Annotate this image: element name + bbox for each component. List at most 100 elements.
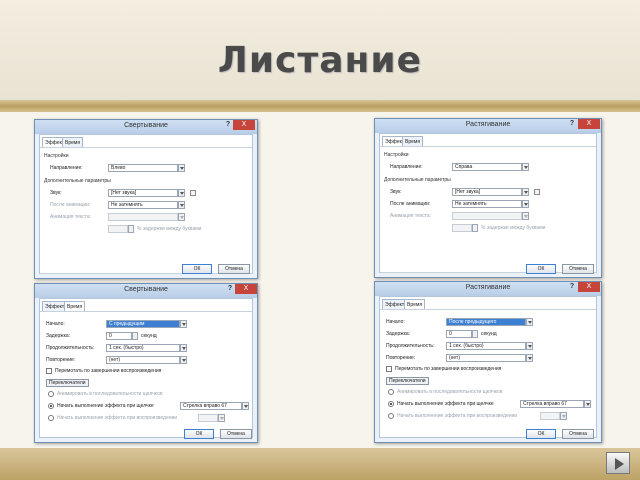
rewind-checkbox[interactable] xyxy=(386,366,392,372)
chevron-down-icon xyxy=(178,213,185,221)
animate-text-label: Анимация текста: xyxy=(390,213,432,219)
rewind-checkbox[interactable] xyxy=(46,368,52,374)
ok-button[interactable]: ОК xyxy=(184,429,214,439)
chevron-down-icon[interactable] xyxy=(584,400,591,408)
header-band xyxy=(0,100,640,112)
start-on-click-radio[interactable] xyxy=(388,401,394,407)
animate-sequence-radio[interactable] xyxy=(48,391,54,397)
close-button[interactable]: X xyxy=(578,282,600,292)
chevron-down-icon[interactable] xyxy=(522,188,529,196)
help-button[interactable]: ? xyxy=(223,121,233,131)
after-animation-label: После анимации: xyxy=(50,202,91,208)
cancel-button[interactable]: Отмена xyxy=(562,429,594,439)
ok-button[interactable]: ОК xyxy=(526,264,556,274)
direction-select[interactable]: Влево xyxy=(108,164,178,172)
close-button[interactable]: X xyxy=(235,284,257,294)
animate-text-select xyxy=(452,212,522,220)
tab-timing[interactable]: Время xyxy=(402,136,424,146)
delay-label: Задержка: xyxy=(386,331,411,337)
dialog-collapse-effect: Свертывание ? X Эффект Время Настройки Н… xyxy=(34,119,258,279)
duration-select[interactable]: 1 сек. (быстро) xyxy=(106,344,180,352)
ok-button[interactable]: ОК xyxy=(526,429,556,439)
trigger-object-select[interactable]: Стрелка вправо 67 xyxy=(180,402,242,410)
next-slide-button[interactable] xyxy=(606,452,630,474)
duration-select[interactable]: 1 сек. (быстро) xyxy=(446,342,526,350)
settings-header: Настройки xyxy=(44,153,69,159)
chevron-down-icon[interactable] xyxy=(526,354,533,362)
start-on-click-radio[interactable] xyxy=(48,403,54,409)
delay-spinner[interactable] xyxy=(132,332,138,340)
cancel-button[interactable]: Отмена xyxy=(220,429,252,439)
dialog-body: Эффект Время Настройки Направление: Влев… xyxy=(39,134,253,274)
sound-label: Звук: xyxy=(50,190,62,196)
sound-select[interactable]: [Нет звука] xyxy=(452,188,522,196)
start-select[interactable]: После предыдущего xyxy=(446,318,526,326)
direction-label: Направление: xyxy=(50,165,83,171)
chevron-down-icon[interactable] xyxy=(522,163,529,171)
after-animation-select[interactable]: Не затемнять xyxy=(108,201,178,209)
start-on-play-radio[interactable] xyxy=(48,415,54,421)
tab-timing[interactable]: Время xyxy=(404,299,426,309)
letter-delay-label: % задержки между буквами xyxy=(481,225,546,231)
direction-select[interactable]: Справа xyxy=(452,163,522,171)
close-button[interactable]: X xyxy=(233,120,255,130)
chevron-down-icon[interactable] xyxy=(180,320,187,328)
footer-band xyxy=(0,448,640,480)
chevron-down-icon xyxy=(218,414,225,422)
chevron-down-icon[interactable] xyxy=(178,201,185,209)
sound-label: Звук: xyxy=(390,189,402,195)
triggers-button[interactable]: Переключатели xyxy=(386,377,429,385)
direction-label: Направление: xyxy=(390,164,423,170)
chevron-down-icon[interactable] xyxy=(180,356,187,364)
tab-timing[interactable]: Время xyxy=(64,301,86,311)
chevron-down-icon[interactable] xyxy=(178,164,185,172)
close-button[interactable]: X xyxy=(578,119,600,129)
after-animation-select[interactable]: Не затемнять xyxy=(452,200,522,208)
repeat-label: Повторение: xyxy=(386,355,416,361)
divider xyxy=(380,146,596,147)
start-on-play-radio[interactable] xyxy=(388,413,394,419)
divider xyxy=(380,309,596,310)
title-bar: Растягивание ? X xyxy=(375,282,601,296)
dialog-collapse-timing: Свертывание ? X Эффект Время Начало: С п… xyxy=(34,283,258,443)
chevron-down-icon[interactable] xyxy=(526,342,533,350)
chevron-down-icon[interactable] xyxy=(178,189,185,197)
extra-header: Дополнительные параметры xyxy=(44,178,111,184)
help-button[interactable]: ? xyxy=(567,120,577,130)
animate-sequence-label: Анимировать в последовательности щелчков xyxy=(397,389,503,395)
start-select[interactable]: С предыдущим xyxy=(106,320,180,328)
delay-spinner[interactable] xyxy=(472,330,478,338)
chevron-down-icon[interactable] xyxy=(522,200,529,208)
start-on-click-label: Начать выполнение эффекта при щелчке xyxy=(57,403,154,409)
triggers-button[interactable]: Переключатели xyxy=(46,379,89,387)
cancel-button[interactable]: Отмена xyxy=(562,264,594,274)
dialog-body: Эффект Время Начало: После предыдущего З… xyxy=(379,296,597,439)
tab-timing[interactable]: Время xyxy=(62,137,84,147)
delay-input[interactable]: 0 xyxy=(106,332,132,340)
cancel-button[interactable]: Отмена xyxy=(218,264,250,274)
animate-sequence-radio[interactable] xyxy=(388,389,394,395)
repeat-select[interactable]: (нет) xyxy=(446,354,526,362)
chevron-down-icon xyxy=(560,412,567,420)
chevron-down-icon[interactable] xyxy=(526,318,533,326)
trigger-object-select[interactable]: Стрелка вправо 67 xyxy=(520,400,584,408)
delay-unit: секунд xyxy=(141,333,157,339)
help-button[interactable]: ? xyxy=(225,285,235,295)
volume-icon[interactable] xyxy=(534,189,540,195)
chevron-down-icon[interactable] xyxy=(180,344,187,352)
title-bar: Свертывание ? X xyxy=(35,120,257,134)
help-button[interactable]: ? xyxy=(567,283,577,293)
repeat-select[interactable]: (нет) xyxy=(106,356,180,364)
letter-delay-spinner xyxy=(128,225,134,233)
start-on-click-label: Начать выполнение эффекта при щелчке xyxy=(397,401,494,407)
delay-input[interactable]: 0 xyxy=(446,330,472,338)
chevron-down-icon[interactable] xyxy=(242,402,249,410)
start-label: Начало: xyxy=(46,321,65,327)
rewind-label: Перемотать по завершении воспроизведения xyxy=(395,366,502,372)
volume-icon[interactable] xyxy=(190,190,196,196)
sound-select[interactable]: [Нет звука] xyxy=(108,189,178,197)
dialog-body: Эффект Время Настройки Направление: Спра… xyxy=(379,133,597,274)
ok-button[interactable]: ОК xyxy=(182,264,212,274)
divider xyxy=(40,311,252,312)
repeat-label: Повторение: xyxy=(46,357,76,363)
